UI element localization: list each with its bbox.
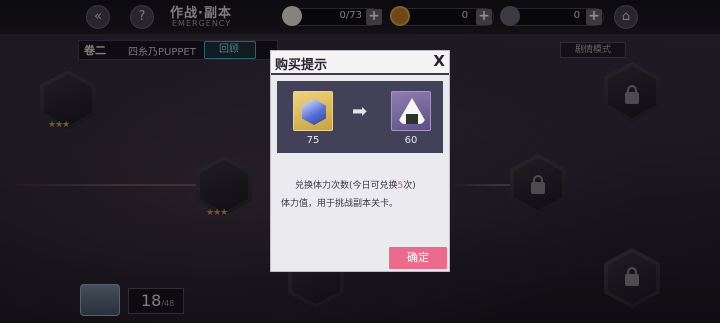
purchase-dialog: 购买提示 X 75 ➡ 60 兑换体力次数(今日可兑换5次) 体力值，用于挑战副…: [270, 50, 450, 272]
exchange-panel: 75 ➡ 60: [277, 81, 443, 153]
dialog-title: 购买提示: [275, 58, 328, 73]
message-suffix: 次): [403, 181, 416, 191]
cost-item: [293, 91, 333, 131]
crystal-icon: [302, 99, 326, 125]
dialog-message: 兑换体力次数(今日可兑换5次) 体力值，用于挑战副本关卡。: [281, 177, 443, 213]
reward-item: [391, 91, 431, 131]
message-line2: 体力值，用于挑战副本关卡。: [281, 199, 399, 209]
reward-amount: 60: [404, 135, 418, 146]
dialog-header: 购买提示 X: [271, 51, 449, 75]
message-prefix: 兑换体力次数(今日可兑换: [295, 181, 398, 191]
cost-amount: 75: [306, 135, 320, 146]
confirm-button[interactable]: 确定: [389, 247, 447, 269]
close-button[interactable]: X: [433, 52, 445, 70]
arrow-right-icon: ➡: [352, 101, 368, 122]
